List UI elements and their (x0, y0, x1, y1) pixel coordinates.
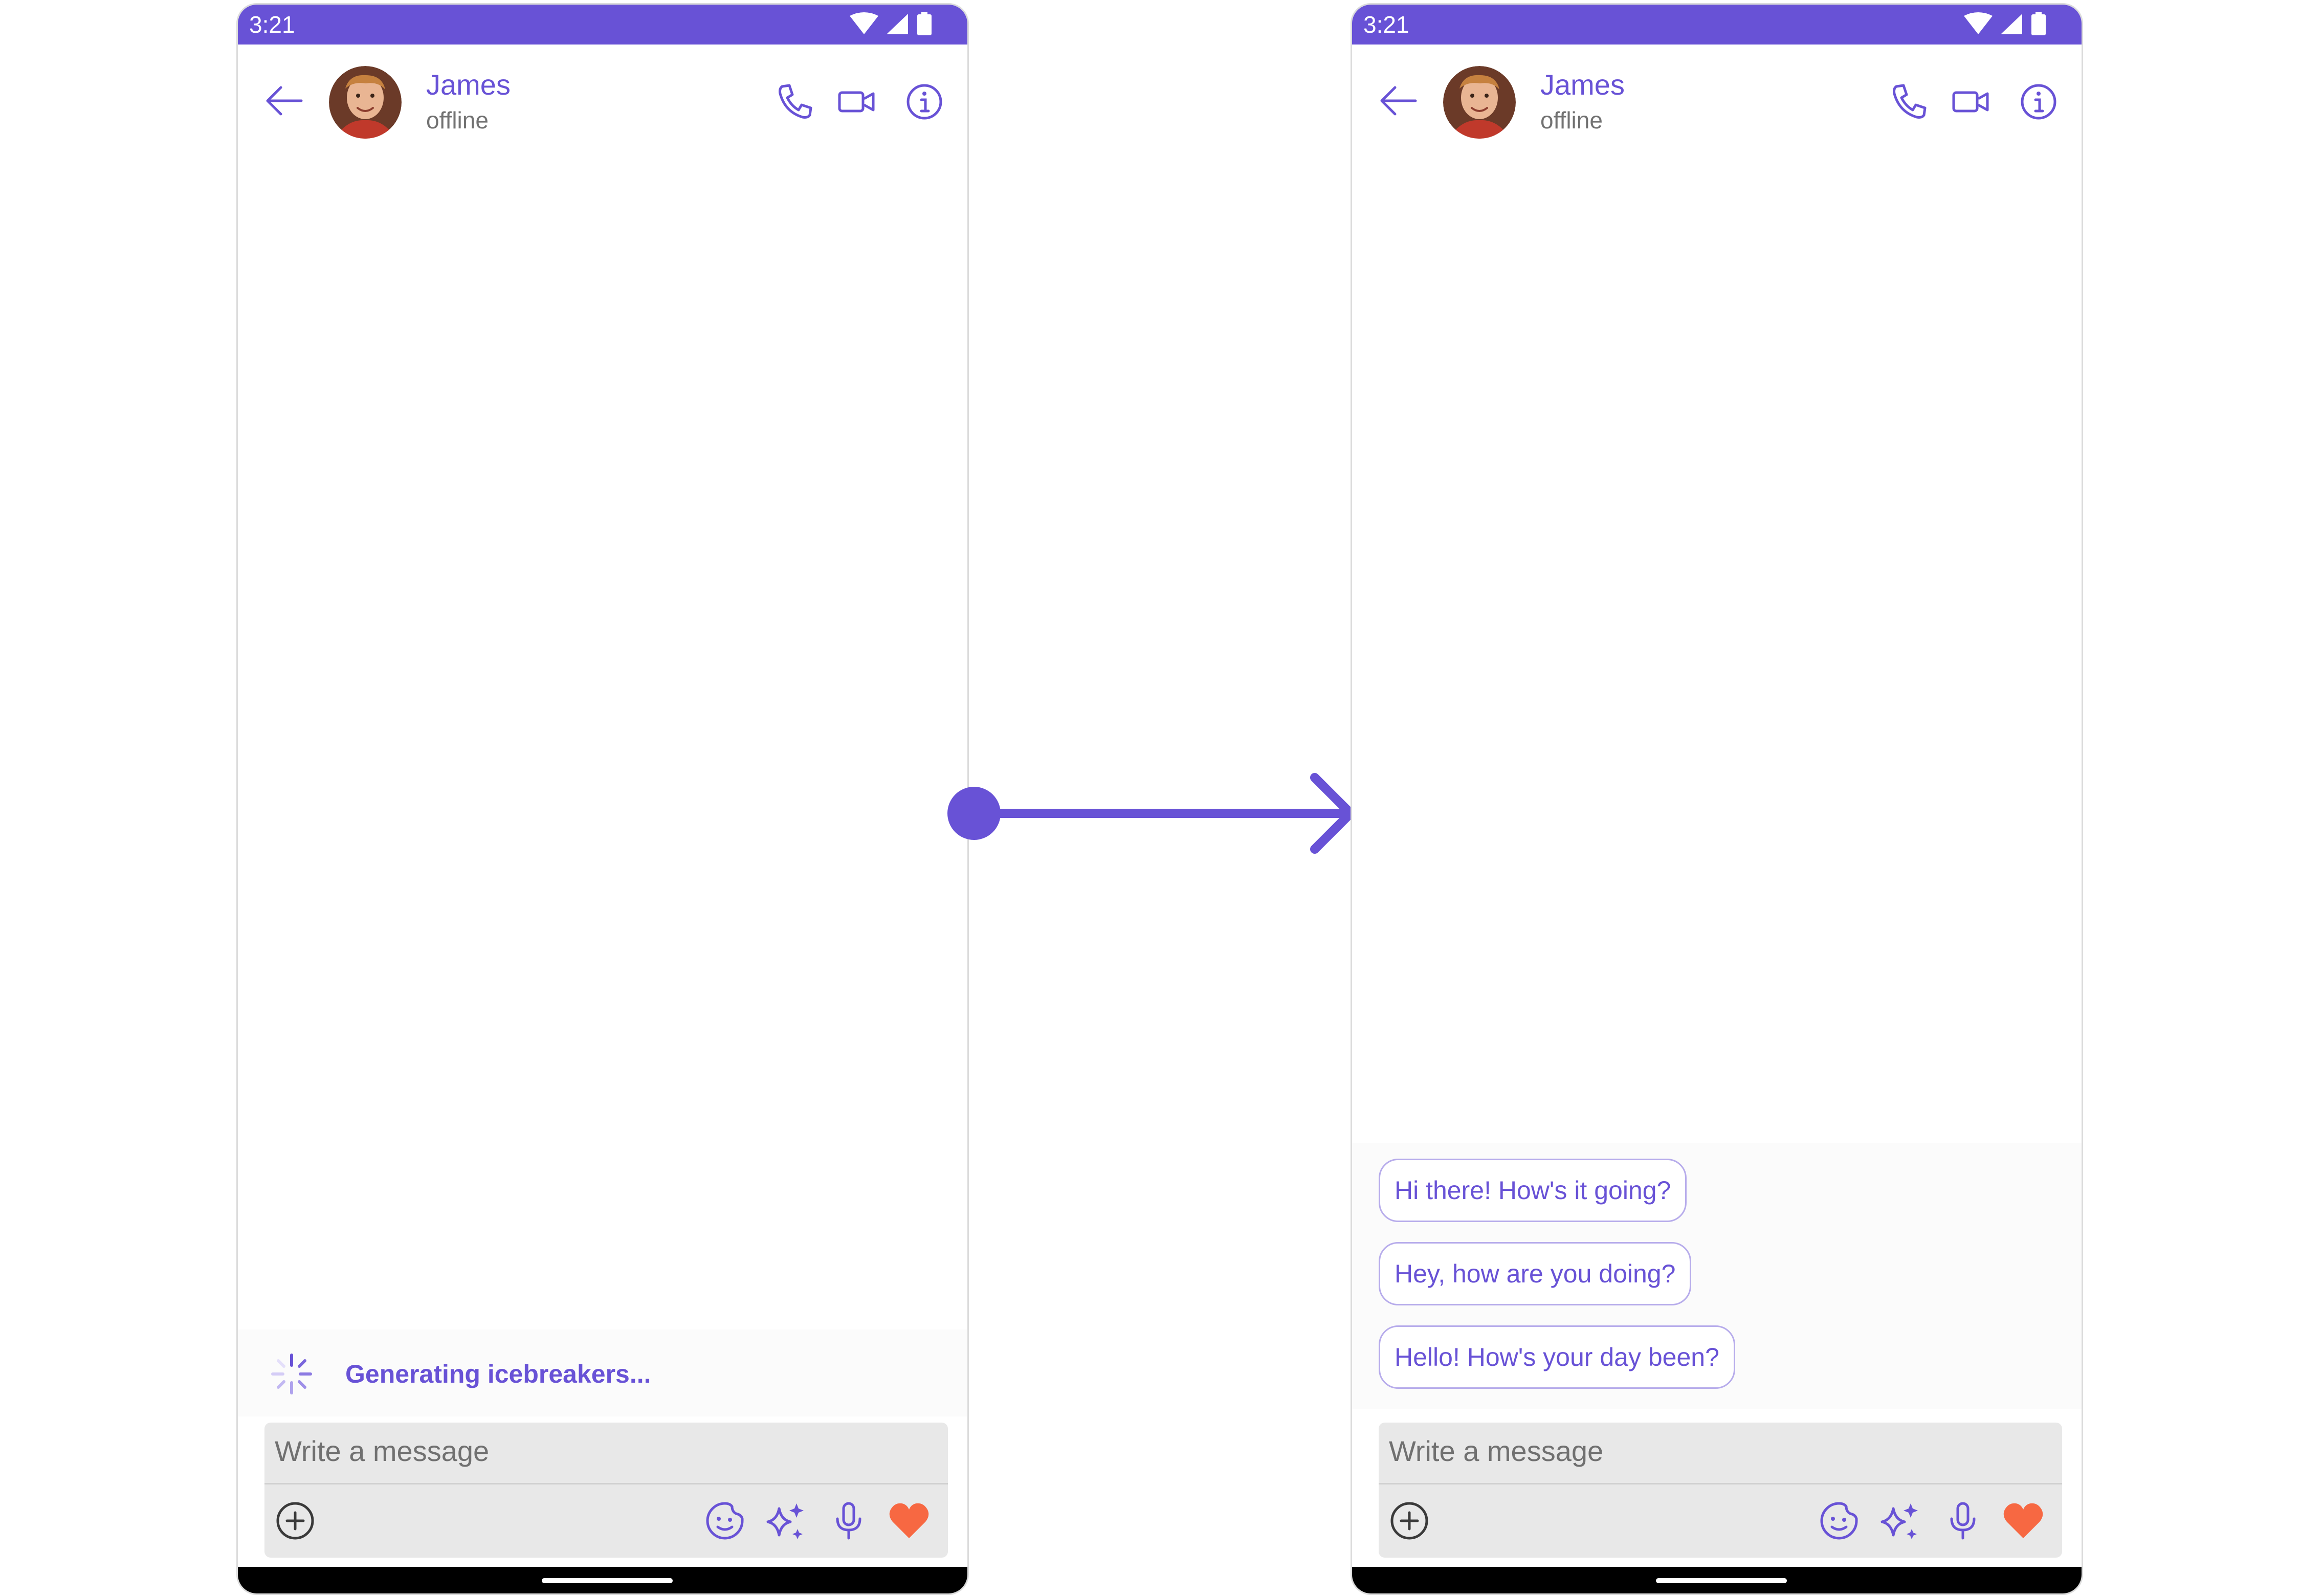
system-navigation-bar (238, 1567, 967, 1593)
generating-status-text: Generating icebreakers... (345, 1360, 651, 1388)
avatar[interactable] (1443, 66, 1516, 139)
icebreaker-chip[interactable]: Hey, how are you doing? (1379, 1242, 1692, 1305)
sticker-icon[interactable] (1818, 1499, 1861, 1542)
signal-icon (887, 14, 908, 34)
heart-icon[interactable] (888, 1499, 931, 1542)
sticker-icon[interactable] (703, 1499, 746, 1542)
composer-divider (1379, 1483, 2062, 1484)
message-composer: Write a message (264, 1423, 948, 1558)
status-bar: 3:21 (238, 5, 967, 45)
system-navigation-bar (1352, 1567, 2082, 1593)
ai-sparkle-icon[interactable] (1878, 1499, 1921, 1542)
message-input[interactable]: Write a message (275, 1432, 489, 1471)
info-icon[interactable] (904, 81, 945, 122)
status-time: 3:21 (249, 11, 295, 38)
phone-screen-before: 3:21 James offline Generating icebreaker… (236, 3, 969, 1595)
home-indicator[interactable] (1656, 1578, 1787, 1583)
battery-icon (917, 12, 932, 35)
voice-call-icon[interactable] (775, 81, 816, 122)
attach-plus-icon[interactable] (274, 1499, 317, 1542)
loading-spinner-icon (271, 1354, 312, 1394)
voice-call-icon[interactable] (1889, 81, 1930, 122)
message-composer: Write a message (1379, 1423, 2062, 1558)
icebreaker-chip[interactable]: Hi there! How's it going? (1379, 1159, 1687, 1222)
signal-icon (2001, 14, 2022, 34)
status-time: 3:21 (1363, 11, 1409, 38)
ai-icebreaker-panel: Generating icebreakers... (238, 1329, 967, 1416)
message-list (238, 162, 967, 1339)
wifi-icon (1964, 12, 1993, 34)
phone-screen-after: 3:21 James offline Hi there! How's it go… (1351, 3, 2083, 1595)
composer-divider (264, 1483, 948, 1484)
status-bar: 3:21 (1352, 5, 2082, 45)
status-icons (1964, 12, 2046, 35)
video-call-icon[interactable] (1951, 81, 1992, 122)
chat-header: James offline (1352, 45, 2082, 162)
transition-arrow-icon (947, 773, 1355, 854)
wifi-icon (850, 12, 878, 34)
user-status: offline (426, 107, 489, 134)
attach-plus-icon[interactable] (1388, 1499, 1431, 1542)
icebreaker-suggestions: Hi there! How's it going? Hey, how are y… (1352, 1143, 2082, 1409)
icebreaker-chip[interactable]: Hello! How's your day been? (1379, 1325, 1735, 1389)
status-icons (850, 12, 932, 35)
microphone-icon[interactable] (1941, 1499, 1984, 1542)
info-icon[interactable] (2018, 81, 2059, 122)
microphone-icon[interactable] (827, 1499, 870, 1542)
back-arrow-icon[interactable] (264, 81, 303, 120)
user-status: offline (1540, 107, 1603, 134)
home-indicator[interactable] (542, 1578, 673, 1583)
battery-icon (2031, 12, 2046, 35)
video-call-icon[interactable] (836, 81, 877, 122)
heart-icon[interactable] (2002, 1499, 2045, 1542)
avatar[interactable] (329, 66, 402, 139)
ai-sparkle-icon[interactable] (764, 1499, 807, 1542)
message-input[interactable]: Write a message (1389, 1432, 1603, 1471)
chat-header: James offline (238, 45, 967, 162)
back-arrow-icon[interactable] (1379, 81, 1418, 120)
user-name[interactable]: James (1540, 67, 1625, 103)
user-name[interactable]: James (426, 67, 511, 103)
